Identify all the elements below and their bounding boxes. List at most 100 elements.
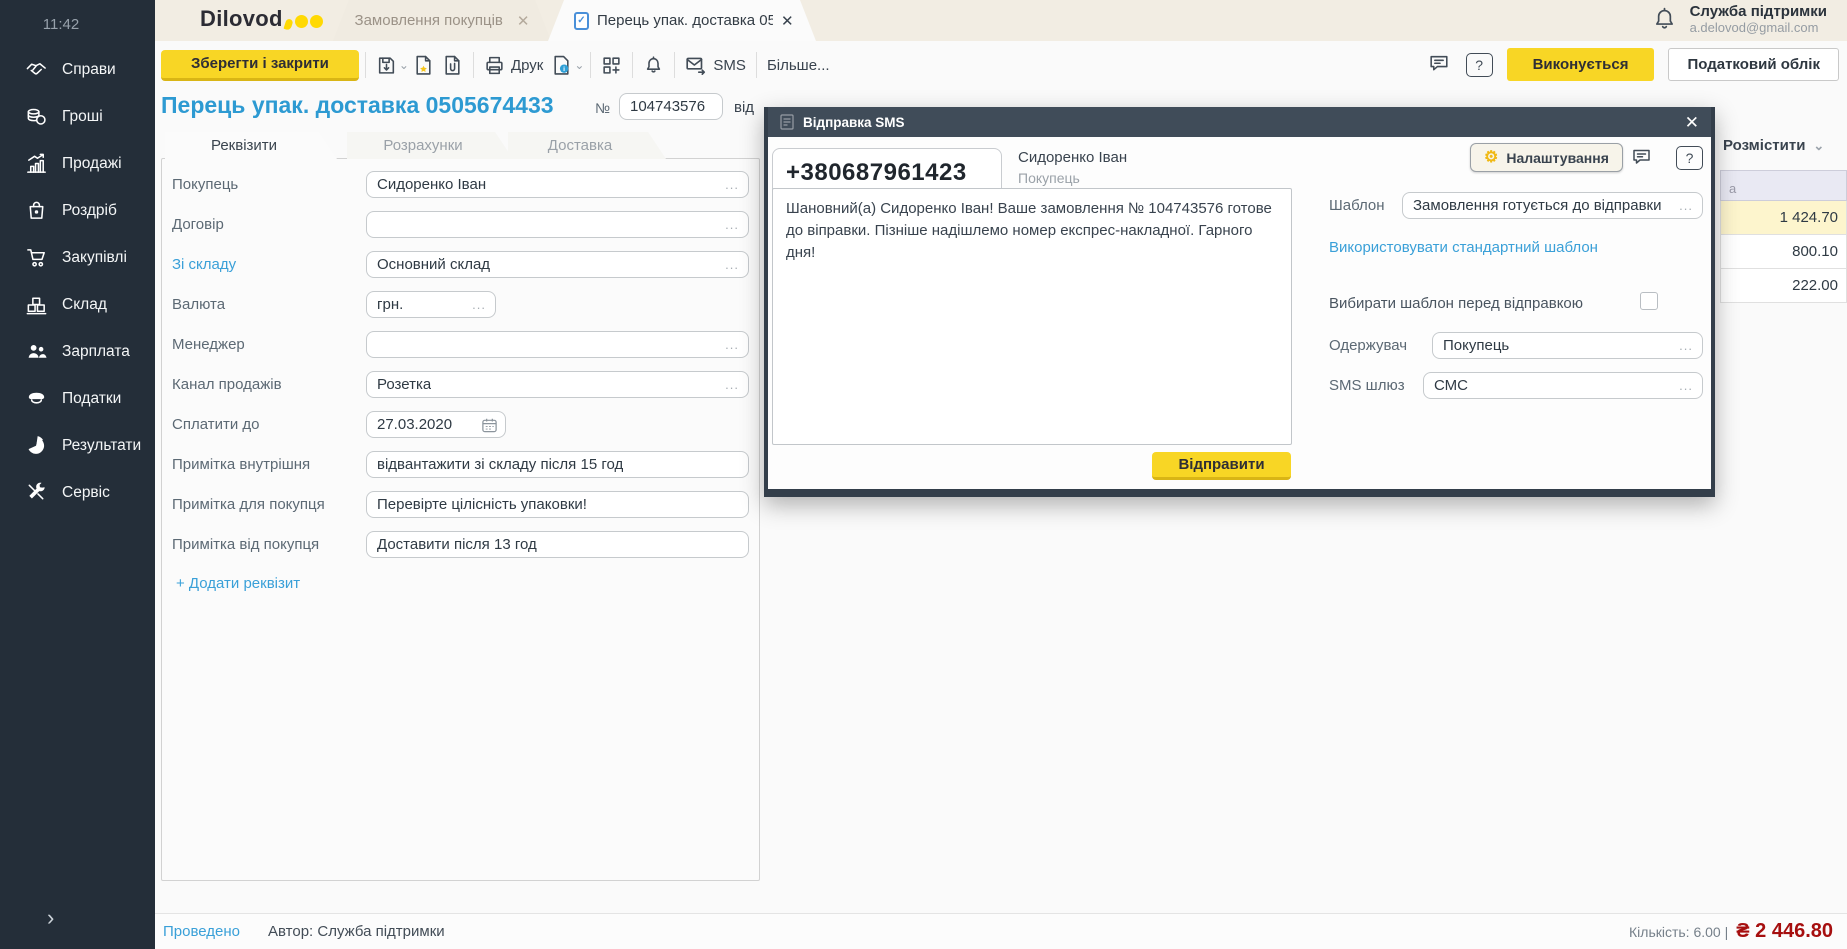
save-favorite-icon[interactable] <box>409 55 438 76</box>
ellipsis-picker-icon[interactable]: ... <box>1679 338 1693 353</box>
dilovod-logo[interactable]: Dilovod <box>200 6 324 32</box>
sidebar-item-label: Продажі <box>62 155 122 173</box>
note-from-buyer-input[interactable]: Доставити після 13 год <box>366 531 749 558</box>
sidebar-item-podatky[interactable]: Податки <box>0 375 155 422</box>
sidebar-item-label: Зарплата <box>62 343 130 361</box>
user-account[interactable]: Служба підтримки a.delovod@gmail.com <box>1651 3 1827 35</box>
note-internal-input[interactable]: відвантажити зі складу після 15 год <box>366 451 749 478</box>
ellipsis-picker-icon[interactable]: ... <box>725 177 739 192</box>
ellipsis-picker-icon[interactable]: ... <box>725 377 739 392</box>
status-button[interactable]: Виконується <box>1507 48 1655 81</box>
chevron-down-icon[interactable]: ⌄ <box>574 58 584 72</box>
ellipsis-picker-icon[interactable]: ... <box>725 217 739 232</box>
sidebar-item-zakupivli[interactable]: Закупівлі <box>0 234 155 281</box>
field-row-note-for-buyer: Примітка для покупця Перевірте цілісніст… <box>172 491 749 518</box>
warehouse-label-link[interactable]: Зі складу <box>172 256 366 273</box>
recipient-select[interactable]: Покупець... <box>1432 332 1703 359</box>
sidebar-item-rozdrib[interactable]: Роздріб <box>0 187 155 234</box>
contract-input[interactable]: ... <box>366 211 749 238</box>
place-button[interactable]: Розмістити ⌄ <box>1723 137 1824 154</box>
save-close-button[interactable]: Зберегти і закрити <box>161 50 359 81</box>
sms-message-textarea[interactable]: Шановний(а) Сидоренко Іван! Ваше замовле… <box>772 188 1292 445</box>
chevron-down-icon[interactable]: ⌄ <box>399 58 409 72</box>
doc-number-input[interactable]: 104743576 <box>619 93 723 120</box>
field-label: Примітка від покупця <box>172 536 366 553</box>
close-icon[interactable]: ✕ <box>517 12 530 30</box>
buyer-input[interactable]: Сидоренко Іван... <box>366 171 749 198</box>
top-header-bar: Dilovod Замовлення покупців ✕ ✓ Перець у… <box>155 0 1847 41</box>
sidebar-item-label: Справи <box>62 61 116 79</box>
posted-status-link[interactable]: Проведено <box>163 923 240 940</box>
reminder-bell-icon[interactable] <box>639 55 668 76</box>
table-row[interactable]: 222.00 <box>1720 269 1847 303</box>
pay-until-date-input[interactable]: 27.03.2020 <box>366 411 506 438</box>
currency-input[interactable]: грн.... <box>366 291 496 318</box>
table-row[interactable]: 1 424.70 <box>1720 201 1847 235</box>
use-standard-template-link[interactable]: Використовувати стандартний шаблон <box>1329 239 1598 256</box>
calendar-icon[interactable] <box>481 417 498 434</box>
divider <box>756 52 757 78</box>
help-icon[interactable]: ? <box>1676 146 1703 170</box>
tab-current-document[interactable]: ✓ Перець упак. доставка 0505674 ✕ <box>548 0 816 41</box>
items-column-header: а <box>1720 170 1847 201</box>
notifications-bell-icon[interactable] <box>1651 4 1678 34</box>
attachment-icon[interactable] <box>438 55 467 76</box>
template-input[interactable]: Замовлення готується до відправки... <box>1402 192 1703 219</box>
document-toolbar: Зберегти і закрити ⌄ Друк i ⌄ SMS Більше… <box>155 41 1847 89</box>
help-icon[interactable]: ? <box>1466 53 1493 77</box>
comment-icon[interactable] <box>1427 52 1452 77</box>
send-sms-button[interactable]: Відправити <box>1152 452 1291 480</box>
tab-orders-list[interactable]: Замовлення покупців ✕ <box>333 0 551 41</box>
ellipsis-picker-icon[interactable]: ... <box>725 257 739 272</box>
sms-modal-titlebar[interactable]: Відправка SMS ✕ <box>768 107 1711 137</box>
sidebar-item-label: Сервіс <box>62 484 110 502</box>
field-label: Менеджер <box>172 336 366 353</box>
sidebar-item-groshi[interactable]: Гроші <box>0 93 155 140</box>
close-icon[interactable]: ✕ <box>1685 114 1699 131</box>
save-icon[interactable] <box>372 55 401 76</box>
warehouse-input[interactable]: Основний склад... <box>366 251 749 278</box>
ellipsis-picker-icon[interactable]: ... <box>1679 378 1693 393</box>
sidebar-item-zarplata[interactable]: Зарплата <box>0 328 155 375</box>
sms-gateway-select[interactable]: СМС... <box>1423 372 1703 399</box>
manager-input[interactable]: ... <box>366 331 749 358</box>
table-row[interactable]: 800.10 <box>1720 235 1847 269</box>
field-row-currency: Валюта грн.... <box>172 291 496 318</box>
tab-rozrakhunky[interactable]: Розрахунки <box>347 132 513 159</box>
sidebar-item-sprava[interactable]: Справи <box>0 46 155 93</box>
tab-rekvizyty[interactable]: Реквізити <box>165 132 337 159</box>
sidebar-item-label: Податки <box>62 390 121 408</box>
ellipsis-picker-icon[interactable]: ... <box>472 297 486 312</box>
sidebar-item-servis[interactable]: Сервіс <box>0 469 155 516</box>
sidebar-item-label: Гроші <box>62 108 103 126</box>
close-icon[interactable]: ✕ <box>781 12 794 30</box>
comment-icon[interactable] <box>1630 146 1654 170</box>
sidebar-item-label: Склад <box>62 296 107 314</box>
tax-accounting-button[interactable]: Податковий облік <box>1668 48 1839 81</box>
sidebar-item-prodazhi[interactable]: Продажі <box>0 140 155 187</box>
field-label: Валюта <box>172 296 366 313</box>
sidebar-item-rezultaty[interactable]: Результати <box>0 422 155 469</box>
sms-settings-button[interactable]: ⚙ Налаштування <box>1470 143 1623 172</box>
ellipsis-picker-icon[interactable]: ... <box>1679 198 1693 213</box>
print-button[interactable]: Друк <box>480 55 547 76</box>
sidebar-item-sklad[interactable]: Склад <box>0 281 155 328</box>
tab-dostavka[interactable]: Доставка <box>508 132 666 159</box>
sales-channel-input[interactable]: Розетка... <box>366 371 749 398</box>
choose-template-label: Вибирати шаблон перед відправкою <box>1329 295 1583 312</box>
purchases-cart-icon <box>24 245 49 270</box>
add-requisite-link[interactable]: + Додати реквізит <box>176 575 300 592</box>
choose-template-checkbox[interactable] <box>1640 292 1658 310</box>
field-row-buyer: Покупець Сидоренко Іван... <box>172 171 749 198</box>
coins-icon <box>24 104 49 129</box>
sms-button[interactable]: SMS <box>681 54 750 76</box>
document-info-icon[interactable]: i <box>547 55 576 76</box>
recipient-label: Одержувач <box>1329 337 1407 354</box>
related-documents-icon[interactable] <box>597 55 626 76</box>
note-for-buyer-input[interactable]: Перевірте цілісність упаковки! <box>366 491 749 518</box>
field-row-note-from-buyer: Примітка від покупця Доставити після 13 … <box>172 531 749 558</box>
sidebar-expand-chevron-icon[interactable]: › <box>47 907 54 929</box>
more-button[interactable]: Більше... <box>763 57 834 74</box>
sidebar-item-label: Результати <box>62 437 141 455</box>
ellipsis-picker-icon[interactable]: ... <box>725 337 739 352</box>
